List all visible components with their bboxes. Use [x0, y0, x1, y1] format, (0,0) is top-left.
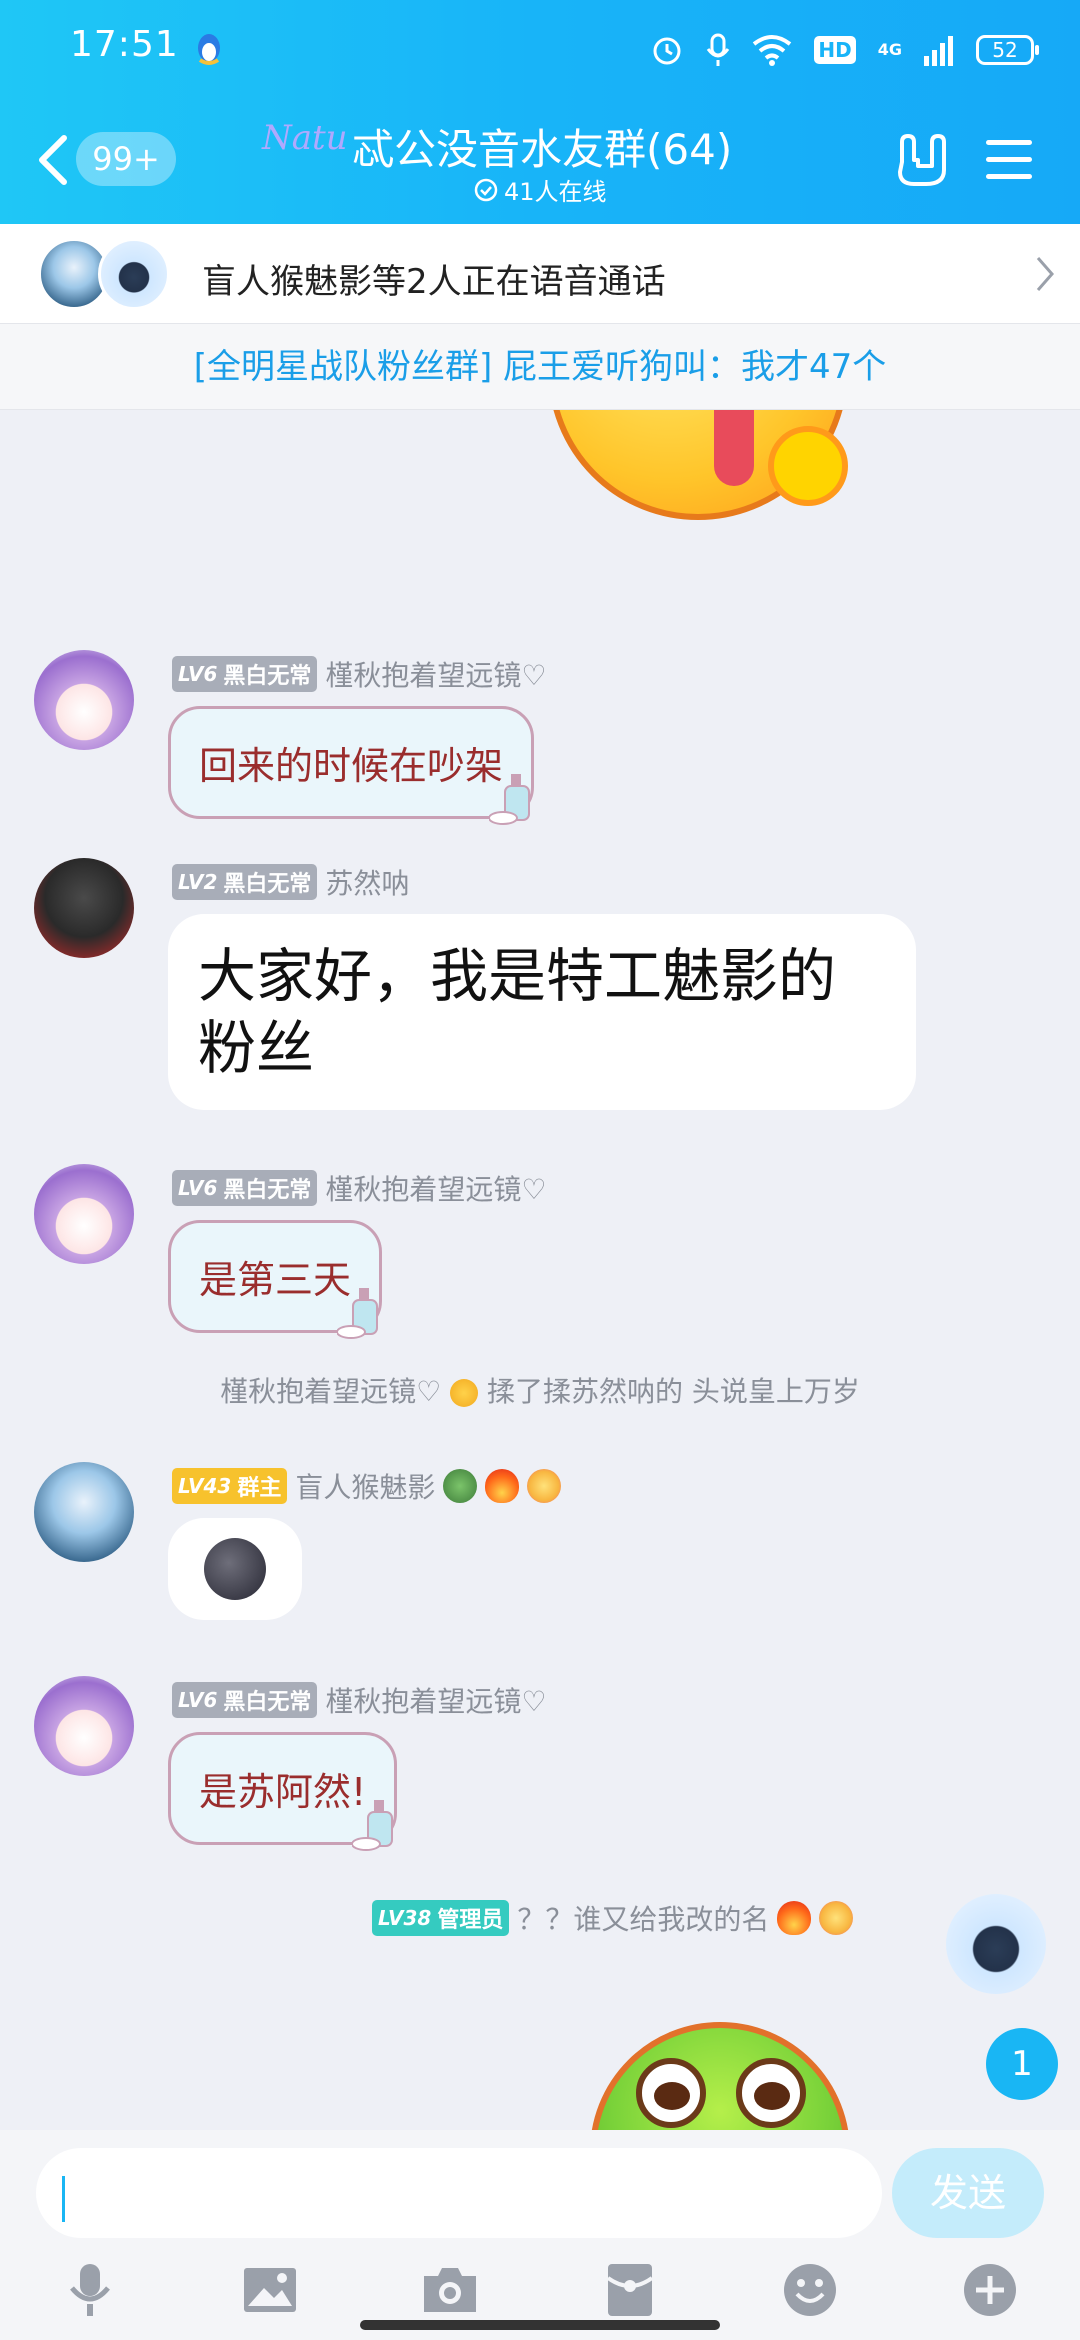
- dragon-icon: [443, 1469, 478, 1503]
- level-badge: LV43 群主: [172, 1468, 288, 1504]
- chat-message-list[interactable]: LV6 黑白无常 槿秋抱着望远镜♡ 回来的时候在吵架 LV2 黑白无常 苏然呐 大家…: [0, 410, 1080, 2130]
- system-nudge-note: 槿秋抱着望远镜♡ 揉了揉苏然呐的 头说皇上万岁: [0, 1370, 1080, 1410]
- sender-name[interactable]: 盲人猴魅影: [295, 1466, 435, 1506]
- hamburger-menu-icon[interactable]: [986, 140, 1032, 180]
- group-logo: Natu: [262, 118, 348, 158]
- voice-participants: [38, 238, 178, 310]
- voice-call-text: 盲人猴魅影等2人正在语音通话: [202, 262, 666, 302]
- network-type: 4G: [877, 40, 902, 59]
- battery-indicator: 52: [976, 35, 1039, 65]
- status-icons: HD 4G 52: [650, 28, 1039, 72]
- alarm-icon: [653, 37, 681, 65]
- avatar[interactable]: [946, 1894, 1046, 1994]
- home-indicator[interactable]: [360, 2320, 720, 2330]
- sender-info: LV2 黑白无常 苏然呐: [172, 864, 409, 900]
- message-bubble[interactable]: 回来的时候在吵架: [168, 706, 535, 825]
- message-input[interactable]: [36, 2148, 882, 2238]
- sender-name[interactable]: 槿秋抱着望远镜♡: [325, 1168, 546, 1208]
- message-bubble[interactable]: 是苏阿然!: [168, 1732, 398, 1851]
- online-status: 41人在线: [474, 172, 607, 207]
- fire-icon: [777, 1901, 812, 1935]
- avatar[interactable]: [34, 1676, 134, 1776]
- status-bar: 17:51 HD 4G 52: [0, 0, 1080, 96]
- red-packet-icon[interactable]: [600, 2260, 660, 2320]
- grin-face-icon: [819, 1901, 854, 1935]
- camera-icon[interactable]: [420, 2260, 480, 2320]
- new-message-badge[interactable]: 1: [986, 2028, 1058, 2100]
- sender-name[interactable]: ？？谁又给我改的名: [517, 1898, 769, 1938]
- level-badge: LV2 黑白无常: [172, 864, 318, 900]
- avatar[interactable]: [34, 1462, 134, 1562]
- grin-face-icon: [527, 1469, 562, 1503]
- group-title[interactable]: 忒公没音水友群(64): [352, 116, 732, 177]
- check-circle-icon: [474, 178, 498, 201]
- message-text: 大家好，我是特工魅影的粉丝: [198, 942, 837, 1082]
- sticker-green-face[interactable]: [590, 2022, 850, 2130]
- avatar[interactable]: [34, 650, 134, 750]
- plus-icon[interactable]: [960, 2260, 1020, 2320]
- sender-info: LV38 管理员 ？？谁又给我改的名: [372, 1898, 854, 1938]
- crying-face-icon: [450, 1379, 479, 1407]
- sender-name[interactable]: 槿秋抱着望远镜♡: [325, 1680, 546, 1720]
- level-badge: LV6 黑白无常: [172, 656, 318, 692]
- fire-icon: [485, 1469, 520, 1503]
- message-bubble[interactable]: [168, 1518, 302, 1620]
- group-notice[interactable]: [全明星战队粉丝群] 屁王爱听狗叫：我才47个: [0, 324, 1080, 410]
- qq-penguin-icon: [198, 34, 220, 65]
- message-text: 是第三天: [199, 1258, 352, 1302]
- rock-hand-icon[interactable]: [892, 132, 948, 188]
- unread-count-badge[interactable]: 99+: [76, 132, 176, 186]
- sender-info: LV6 黑白无常 槿秋抱着望远镜♡: [172, 1170, 547, 1206]
- emoji-icon[interactable]: [780, 2260, 840, 2320]
- text-caret: [62, 2176, 65, 2222]
- chat-header: 17:51 HD 4G 52 99+ Natu 忒公没音水友群(64) 41人在…: [0, 0, 1080, 224]
- message-text: 回来的时候在吵架: [199, 744, 504, 788]
- sanitizer-decoration-icon: [337, 1288, 379, 1339]
- level-badge: LV6 黑白无常: [172, 1170, 318, 1206]
- message-text: 是苏阿然!: [199, 1770, 367, 1814]
- message-bubble[interactable]: 大家好，我是特工魅影的粉丝: [168, 914, 916, 1110]
- back-icon[interactable]: [34, 134, 74, 186]
- microphone-icon[interactable]: [60, 2260, 120, 2320]
- hd-badge: HD: [814, 36, 856, 64]
- sanitizer-decoration-icon: [489, 774, 531, 825]
- sticker-drooling-face[interactable]: [548, 410, 848, 520]
- sender-name[interactable]: 苏然呐: [325, 862, 409, 902]
- sender-name[interactable]: 槿秋抱着望远镜♡: [325, 654, 546, 694]
- message-bubble[interactable]: 是第三天: [168, 1220, 383, 1339]
- status-time: 17:51: [70, 24, 179, 65]
- online-count: 41人在线: [504, 178, 607, 206]
- signal-icon: [924, 36, 953, 66]
- send-button[interactable]: 发送: [892, 2148, 1044, 2238]
- avatar: [98, 238, 170, 310]
- nudge-sender[interactable]: 槿秋抱着望远镜♡: [220, 1375, 441, 1408]
- sender-info: LV43 群主 盲人猴魅影: [172, 1466, 562, 1506]
- microphone-status-icon: [707, 33, 730, 66]
- nudge-text: 揉了揉苏然呐的 头说皇上万岁: [487, 1375, 860, 1408]
- sanitizer-decoration-icon: [352, 1800, 394, 1851]
- wifi-icon: [753, 35, 792, 66]
- sender-info: LV6 黑白无常 槿秋抱着望远镜♡: [172, 656, 547, 692]
- new-moon-face-icon: [204, 1538, 266, 1600]
- level-badge: LV6 黑白无常: [172, 1682, 318, 1718]
- sender-info: LV6 黑白无常 槿秋抱着望远镜♡: [172, 1682, 547, 1718]
- input-area: 发送: [0, 2130, 1080, 2340]
- voice-call-bar[interactable]: 盲人猴魅影等2人正在语音通话: [0, 224, 1080, 324]
- level-badge: LV38 管理员: [372, 1900, 510, 1936]
- chevron-right-icon: [1036, 257, 1054, 291]
- image-icon[interactable]: [240, 2260, 300, 2320]
- avatar[interactable]: [34, 858, 134, 958]
- avatar[interactable]: [34, 1164, 134, 1264]
